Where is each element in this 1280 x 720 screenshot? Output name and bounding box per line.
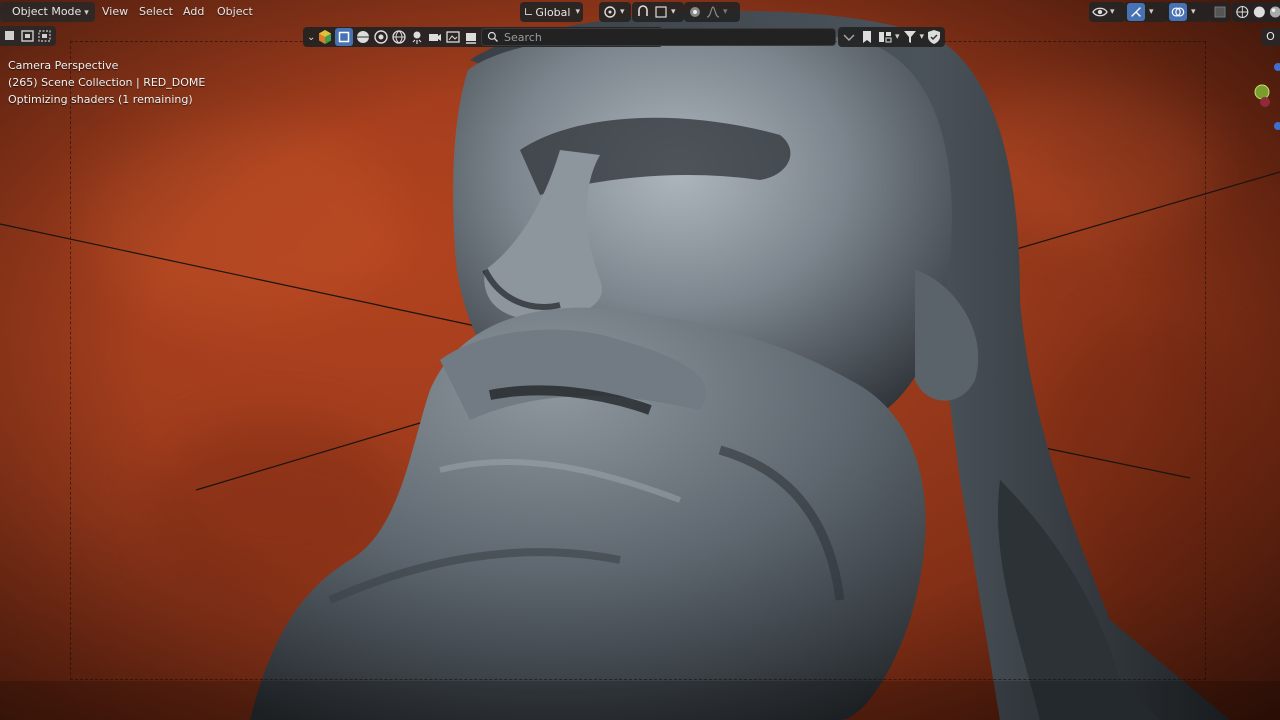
sidebar-tab[interactable]: O xyxy=(1261,28,1280,46)
solid-shading-icon[interactable] xyxy=(1252,4,1267,20)
pivot-point-dropdown[interactable]: ▾ xyxy=(599,2,631,22)
select-box-icon[interactable] xyxy=(3,28,19,44)
search-icon xyxy=(487,31,498,42)
xray-icon xyxy=(1214,6,1226,18)
chevron-down-icon: ▾ xyxy=(723,7,728,17)
pivot-icon xyxy=(604,6,616,18)
overlay-toggle[interactable]: ▾ xyxy=(1166,2,1210,22)
orientation-axis-icon xyxy=(525,8,533,16)
chevron-down-icon: ▾ xyxy=(575,7,580,17)
chevron-down-icon: ▾ xyxy=(1149,7,1154,17)
menu-object[interactable]: Object xyxy=(213,2,257,22)
transform-orientation-label: Global xyxy=(535,5,571,19)
gizmo-y-axis-icon[interactable] xyxy=(1254,84,1270,100)
menu-select[interactable]: Select xyxy=(135,2,177,22)
outliner-filter-actions: ▾ ▾ xyxy=(838,27,946,47)
proportional-icon xyxy=(690,7,700,17)
menu-view[interactable]: View xyxy=(98,2,132,22)
chevron-down-icon: ▾ xyxy=(620,7,625,17)
selection-mode-buttons xyxy=(0,26,56,46)
select-subtract-icon[interactable] xyxy=(37,28,53,44)
overlay-icon xyxy=(1169,3,1187,21)
chevron-down-icon: ▾ xyxy=(84,8,89,18)
viewport-info-overlay: Camera Perspective (265) Scene Collectio… xyxy=(8,57,205,108)
camera-frame xyxy=(70,41,1206,680)
view-name: Camera Perspective xyxy=(8,59,119,72)
wireframe-shading-icon[interactable] xyxy=(1235,4,1250,20)
filter-icon[interactable] xyxy=(902,29,918,45)
gizmo-toggle[interactable]: ▾ xyxy=(1124,2,1168,22)
mesh-filter-icon[interactable] xyxy=(355,29,371,45)
output-filter-icon[interactable] xyxy=(463,29,479,45)
search-field[interactable] xyxy=(481,28,836,46)
light-filter-icon[interactable] xyxy=(409,29,425,45)
viewport-header: Object Mode ▾ View Select Add Object Glob… xyxy=(0,0,1280,24)
shield-icon[interactable] xyxy=(926,29,942,45)
proportional-editing-toggle[interactable]: ▾ xyxy=(684,2,740,22)
3d-viewport[interactable] xyxy=(0,0,1280,720)
object-filter-icon[interactable] xyxy=(335,28,354,46)
camera-passepartout xyxy=(0,681,1280,720)
search-input[interactable] xyxy=(504,29,824,45)
mode-selector[interactable]: Object Mode ▾ xyxy=(0,2,95,22)
transform-orientation-dropdown[interactable]: Global ▾ xyxy=(520,2,583,22)
render-filter-icon[interactable] xyxy=(445,29,461,45)
chevron-down-icon: ▾ xyxy=(1110,7,1115,17)
material-filter-icon[interactable] xyxy=(373,29,389,45)
gizmo-icon xyxy=(1127,3,1145,21)
falloff-curve-icon xyxy=(706,6,720,18)
chevron-down-icon: ▾ xyxy=(1191,7,1196,17)
eye-icon xyxy=(1092,7,1108,17)
world-filter-icon[interactable] xyxy=(391,29,407,45)
select-extend-icon[interactable] xyxy=(20,28,36,44)
shader-status: Optimizing shaders (1 remaining) xyxy=(8,93,193,106)
menu-add[interactable]: Add xyxy=(179,2,208,22)
collapse-icon[interactable] xyxy=(841,29,857,45)
chevron-down-icon[interactable]: ▾ xyxy=(920,32,925,42)
snapping-toggle[interactable]: ▾ xyxy=(632,2,684,22)
navigation-gizmo[interactable] xyxy=(1248,56,1280,136)
scene-object-icon[interactable] xyxy=(317,29,333,45)
bookmark-icon[interactable] xyxy=(859,29,875,45)
material-shading-icon[interactable] xyxy=(1268,4,1280,20)
display-mode-icon[interactable] xyxy=(877,29,893,45)
snap-increment-icon xyxy=(655,6,667,18)
mode-label: Object Mode xyxy=(12,5,82,18)
snap-icon xyxy=(638,5,648,16)
shading-mode-buttons[interactable] xyxy=(1232,2,1280,22)
chevron-down-icon: ▾ xyxy=(671,7,676,17)
gizmo-negative-x-icon[interactable] xyxy=(1260,97,1270,107)
xray-toggle[interactable] xyxy=(1209,2,1231,22)
visibility-dropdown[interactable]: ▾ xyxy=(1089,2,1125,22)
gizmo-z-axis-icon[interactable] xyxy=(1274,63,1280,71)
collection-info: (265) Scene Collection | RED_DOME xyxy=(8,76,206,89)
chevron-down-icon[interactable]: ⌄ xyxy=(307,32,315,43)
gizmo-negative-z-icon[interactable] xyxy=(1274,122,1280,130)
chevron-down-icon[interactable]: ▾ xyxy=(895,32,900,42)
camera-filter-icon[interactable] xyxy=(427,29,443,45)
